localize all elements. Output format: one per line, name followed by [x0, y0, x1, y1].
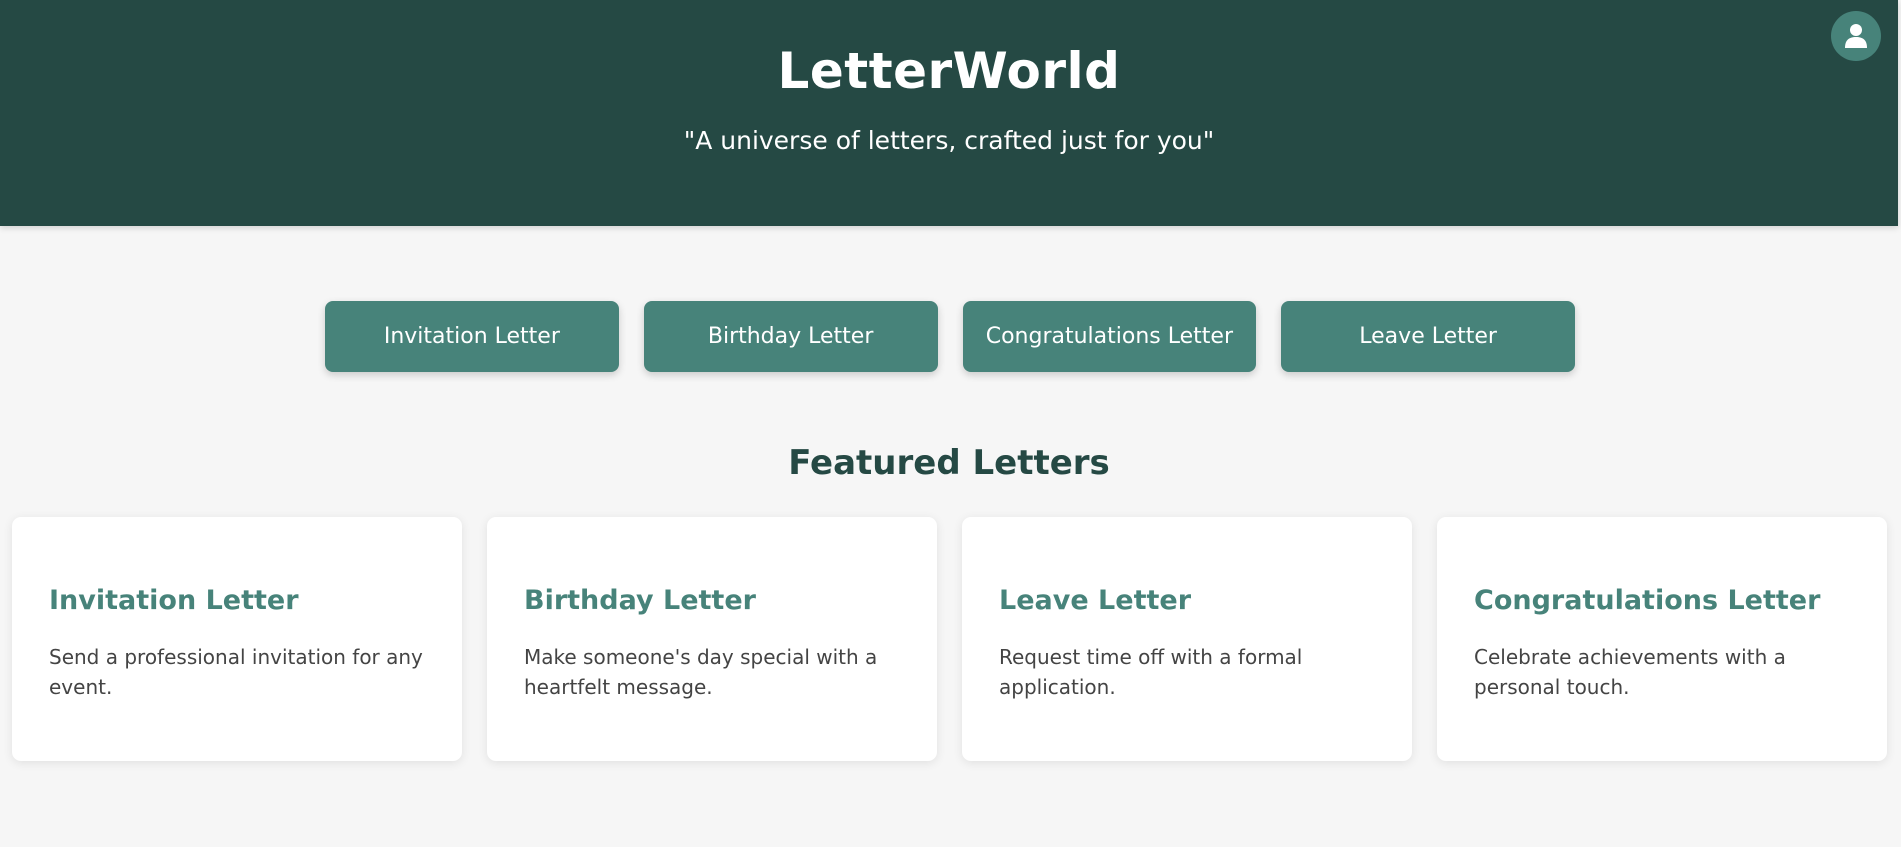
user-icon — [1845, 24, 1867, 48]
card-description: Send a professional invitation for any e… — [49, 645, 423, 699]
featured-card-leave[interactable]: Leave Letter Request time off with a for… — [962, 517, 1412, 761]
featured-card-invitation[interactable]: Invitation Letter Send a professional in… — [12, 517, 462, 761]
featured-card-congratulations[interactable]: Congratulations Letter Celebrate achieve… — [1437, 517, 1887, 761]
congratulations-letter-button[interactable]: Congratulations Letter — [962, 301, 1257, 372]
card-title: Leave Letter — [999, 585, 1192, 616]
featured-card-birthday[interactable]: Birthday Letter Make someone's day speci… — [487, 517, 937, 761]
invitation-letter-button[interactable]: Invitation Letter — [325, 301, 619, 372]
card-title: Birthday Letter — [524, 585, 756, 616]
site-header: LetterWorld "A universe of letters, craf… — [0, 0, 1898, 226]
featured-letters-list: Invitation Letter Send a professional in… — [12, 517, 1887, 761]
birthday-letter-button[interactable]: Birthday Letter — [643, 301, 938, 372]
site-tagline: "A universe of letters, crafted just for… — [683, 126, 1215, 155]
profile-button[interactable] — [1831, 11, 1881, 61]
card-description: Celebrate achievements with a personal t… — [1474, 645, 1786, 699]
featured-letters-heading: Featured Letters — [788, 443, 1110, 483]
card-description: Make someone's day special with a heartf… — [524, 645, 878, 699]
leave-letter-button[interactable]: Leave Letter — [1281, 301, 1575, 372]
card-title: Invitation Letter — [49, 585, 299, 616]
letter-type-nav: Invitation Letter Birthday Letter Congra… — [325, 301, 1575, 372]
site-title: LetterWorld — [777, 42, 1121, 100]
card-title: Congratulations Letter — [1474, 585, 1821, 616]
card-description: Request time off with a formal applicati… — [999, 645, 1303, 699]
